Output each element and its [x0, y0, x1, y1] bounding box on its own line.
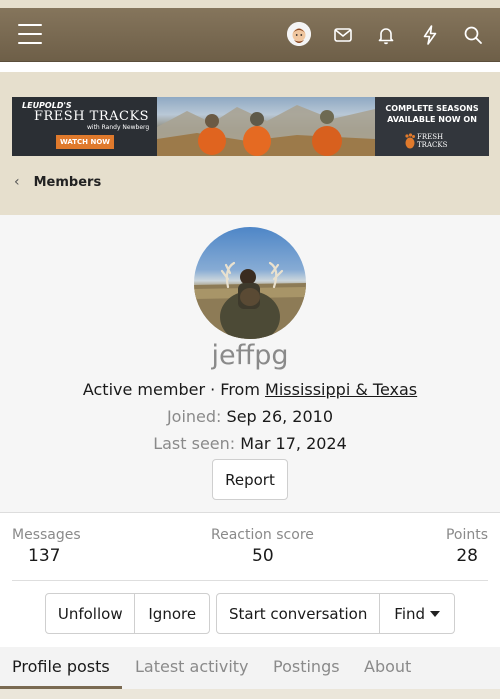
- banner-promo-line-1: COMPLETE SEASONS: [385, 104, 479, 113]
- member-title-line: Active member · From Mississippi & Texas: [0, 380, 500, 399]
- banner-brand-sub: with Randy Newberg: [87, 124, 150, 131]
- banner-brand-title: FRESH TRACKS: [34, 109, 150, 124]
- last-seen-line: Last seen: Mar 17, 2024: [0, 434, 500, 453]
- report-button[interactable]: Report: [212, 459, 288, 500]
- chevron-left-icon: ‹: [14, 174, 20, 190]
- tab-about[interactable]: About: [364, 657, 411, 676]
- unfollow-button[interactable]: Unfollow: [46, 594, 134, 633]
- top-navigation-bar: [0, 8, 500, 62]
- breadcrumb-members[interactable]: Members: [34, 175, 102, 190]
- points-label: Points: [445, 527, 488, 543]
- ad-banner[interactable]: LEUPOLD'S FRESH TRACKS with Randy Newber…: [12, 97, 489, 156]
- banner-logo-text: FRESH TRACKS: [417, 133, 448, 149]
- start-conversation-button[interactable]: Start conversation: [217, 594, 379, 633]
- follow-ignore-group: Unfollow Ignore: [45, 593, 210, 634]
- points-value[interactable]: 28: [456, 546, 478, 566]
- search-icon[interactable]: [461, 23, 485, 47]
- messages-value[interactable]: 137: [28, 546, 60, 566]
- lightning-icon[interactable]: [418, 23, 442, 47]
- banner-hunters-photo: [157, 97, 375, 156]
- location-link[interactable]: Mississippi & Texas: [265, 380, 417, 399]
- last-seen-label: Last seen:: [153, 434, 236, 453]
- banner-promo-text: COMPLETE SEASONS AVAILABLE NOW ON: [380, 103, 484, 125]
- last-seen-value: Mar 17, 2024: [240, 434, 347, 453]
- profile-avatar[interactable]: [194, 227, 306, 339]
- tab-postings[interactable]: Postings: [273, 657, 340, 676]
- messages-label: Messages: [12, 527, 81, 543]
- member-title: Active member: [82, 380, 206, 399]
- tab-profile-posts[interactable]: Profile posts: [12, 657, 110, 676]
- menu-icon[interactable]: [18, 24, 42, 46]
- stats-divider: [12, 580, 488, 581]
- tabs-bottom-edge: [0, 689, 500, 699]
- reaction-score-value[interactable]: 50: [252, 546, 274, 566]
- banner-promo-line-2: AVAILABLE NOW ON: [387, 115, 477, 124]
- envelope-icon[interactable]: [331, 23, 355, 47]
- user-avatar[interactable]: [287, 22, 311, 46]
- joined-line: Joined: Sep 26, 2010: [0, 407, 500, 426]
- bell-icon[interactable]: [374, 23, 398, 47]
- breadcrumb[interactable]: ‹ Members: [14, 173, 101, 191]
- conversation-find-group: Start conversation Find: [216, 593, 455, 634]
- caret-down-icon: [430, 610, 441, 617]
- reaction-score-label: Reaction score: [211, 527, 314, 543]
- from-prefix: · From: [210, 380, 260, 399]
- tab-latest-activity[interactable]: Latest activity: [135, 657, 249, 676]
- joined-value: Sep 26, 2010: [226, 407, 334, 426]
- banner-watch-now-button[interactable]: WATCH NOW: [56, 135, 114, 149]
- header-separator: [0, 62, 500, 72]
- footprint-icon: [405, 133, 415, 149]
- profile-username: jeffpg: [211, 340, 289, 371]
- joined-label: Joined:: [166, 407, 222, 426]
- ignore-button[interactable]: Ignore: [134, 594, 209, 633]
- find-label: Find: [394, 604, 426, 623]
- find-button[interactable]: Find: [379, 594, 454, 633]
